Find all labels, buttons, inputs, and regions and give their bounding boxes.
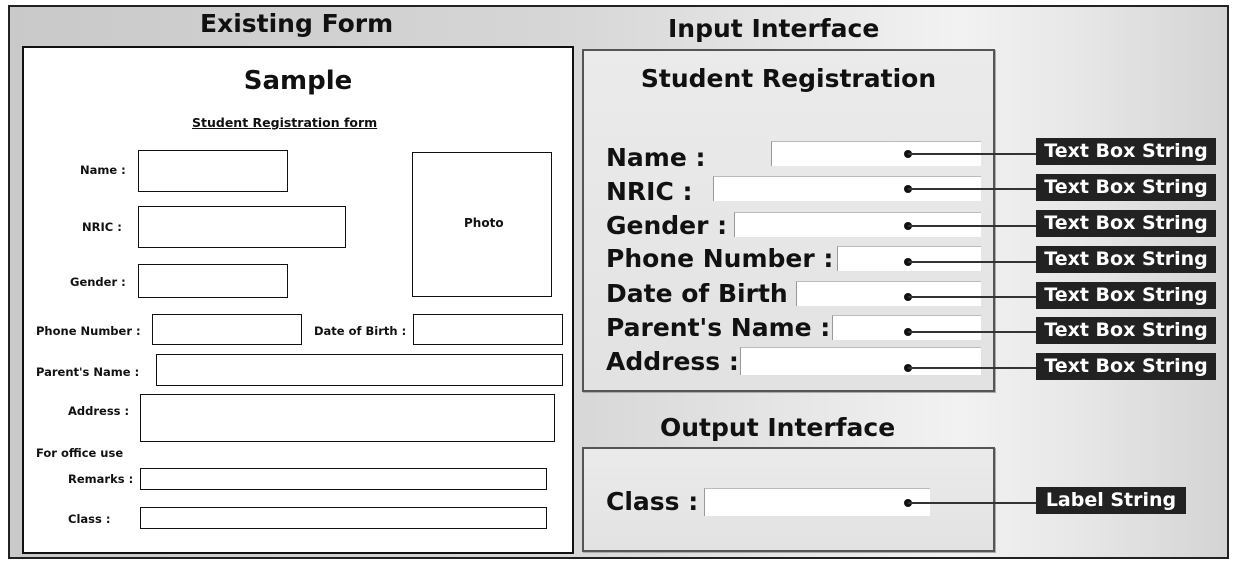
sample-address-label: Address : [68,404,130,418]
input-dob-label: Date of Birth : [606,279,807,308]
input-nric-label: NRIC : [606,177,693,206]
nric-type-tag: Text Box String [1036,174,1216,201]
sample-dob-box [413,314,563,345]
sample-remarks-label: Remarks : [68,472,134,486]
input-address-label: Address : [606,347,739,376]
sample-class-label: Class : [68,512,111,526]
sample-form-paper: Sample Student Registration form Name : … [22,46,574,554]
office-use-label: For office use [36,446,124,460]
input-address-textbox[interactable] [740,347,981,375]
input-name-label: Name : [606,143,706,172]
sample-parent-box [156,354,563,386]
address-type-tag: Text Box String [1036,353,1216,380]
sample-nric-box [138,206,346,248]
input-parent-label: Parent's Name : [606,313,831,342]
input-interface-heading: Input Interface [668,14,880,43]
output-interface-heading: Output Interface [660,413,896,442]
input-gender-label: Gender : [606,211,728,240]
parent-type-tag: Text Box String [1036,317,1216,344]
existing-form-heading: Existing Form [200,9,394,38]
sample-class-box [140,507,547,529]
sample-name-label: Name : [80,163,126,177]
connector-line [908,296,1036,298]
sample-phone-label: Phone Number : [36,324,141,338]
class-type-tag: Label String [1036,487,1186,514]
sample-parent-label: Parent's Name : [36,365,140,379]
sample-nric-label: NRIC : [82,220,122,234]
connector-line [908,225,1036,227]
output-class-label: Class : [606,487,699,516]
sample-gender-label: Gender : [70,275,126,289]
sample-dob-label: Date of Birth : [314,324,407,338]
sample-phone-box [152,314,302,345]
input-dob-textbox[interactable] [796,281,981,306]
connector-line [908,153,1036,155]
input-phone-label: Phone Number : [606,244,834,273]
sample-name-box [138,150,288,192]
sample-gender-box [138,264,288,298]
sample-form-title: Sample [243,66,353,96]
sample-form-subtitle: Student Registration form [192,115,378,130]
sample-address-box [140,394,555,442]
connector-line [908,261,1036,263]
sample-remarks-box [140,468,547,490]
sample-photo-label: Photo [464,216,504,230]
name-type-tag: Text Box String [1036,138,1216,165]
connector-line [908,331,1036,333]
connector-line [908,188,1036,190]
gender-type-tag: Text Box String [1036,210,1216,237]
connector-line [908,502,1036,504]
output-class-label-field [704,488,930,516]
connector-line [908,367,1036,369]
phone-type-tag: Text Box String [1036,246,1216,273]
input-interface-title: Student Registration [640,64,937,93]
dob-type-tag: Text Box String [1036,282,1216,309]
